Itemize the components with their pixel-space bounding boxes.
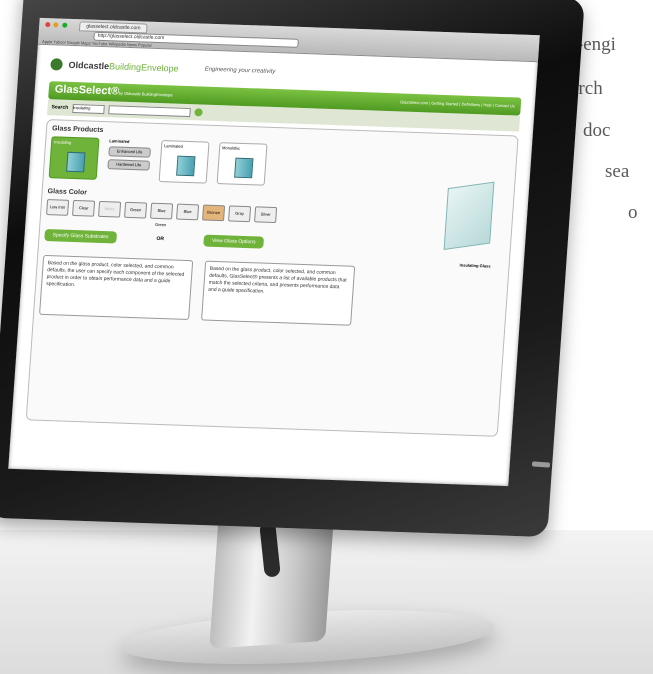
- scene: custom-engi arch doc sea o glasselect.ol…: [0, 0, 653, 674]
- product-laminated[interactable]: Laminated: [158, 140, 210, 184]
- color-blue-green-button[interactable]: Blue Green: [150, 202, 174, 227]
- side-text-3: doc: [583, 120, 611, 141]
- laminated-label: Laminated: [109, 138, 130, 144]
- search-input[interactable]: [107, 104, 191, 117]
- color-silver-button[interactable]: Silver: [254, 206, 278, 224]
- close-icon[interactable]: [45, 22, 51, 28]
- product-insulating-label: Insulating: [53, 139, 72, 145]
- laminated-group: Laminated Enhanced Life Hardened Life: [107, 138, 151, 171]
- color-clear-button[interactable]: Clear: [72, 199, 96, 217]
- preview-caption: Insulating Glass: [459, 262, 491, 269]
- minimize-icon[interactable]: [53, 22, 59, 28]
- color-bronze-button[interactable]: Bronze: [202, 204, 226, 222]
- search-go-icon[interactable]: [193, 108, 203, 117]
- color-white-button[interactable]: White: [98, 200, 122, 218]
- insulating-glass-icon: [66, 151, 86, 173]
- specify-substrates-button[interactable]: Specify Glass Substrates: [44, 229, 117, 244]
- product-monolithic-label: Monolithic: [221, 145, 241, 151]
- product-insulating[interactable]: Insulating: [48, 136, 100, 180]
- view-glass-options-button[interactable]: View Glass Options: [203, 234, 264, 249]
- hardened-life-button[interactable]: Hardened Life: [107, 159, 151, 171]
- monitor-screen: glasselect.oldcastle.com http://glassele…: [8, 17, 540, 487]
- enhanced-life-button[interactable]: Enhanced Life: [108, 146, 151, 158]
- or-label: OR: [156, 235, 165, 243]
- nav-links[interactable]: GlasSelect.com | Getting Started | Defin…: [400, 99, 515, 108]
- search-category-select[interactable]: Insulating: [71, 103, 105, 114]
- product-laminated-label: Laminated: [163, 143, 184, 149]
- color-green-button[interactable]: Green: [124, 201, 148, 219]
- view-description: Based on the glass product, color select…: [201, 260, 356, 326]
- zoom-icon[interactable]: [61, 22, 68, 28]
- insulating-glass-preview-icon: [443, 181, 495, 250]
- product-monolithic[interactable]: Monolithic: [216, 142, 268, 186]
- oldcastle-logo-icon: [50, 58, 63, 71]
- app-subtitle: by Oldcastle BuildingEnvelope: [118, 90, 173, 98]
- brand-logo[interactable]: OldcastleBuildingEnvelope: [68, 60, 179, 74]
- side-text-5: o: [628, 202, 638, 223]
- app-title: GlasSelect®: [54, 83, 120, 98]
- description-row: Based on the glass product, color select…: [39, 254, 503, 331]
- selector-card: Glass Products Insulating Laminated Enha…: [25, 119, 519, 437]
- window-controls: [45, 22, 69, 30]
- monolithic-glass-icon: [234, 157, 254, 179]
- web-page: OldcastleBuildingEnvelope Engineering yo…: [11, 45, 538, 446]
- search-label: Search: [51, 104, 69, 111]
- side-text-4: sea: [605, 161, 630, 182]
- action-row: Specify Glass Substrates OR View Glass O…: [44, 229, 505, 257]
- color-blue-button[interactable]: Blue: [176, 203, 200, 221]
- color-gray-button[interactable]: Gray: [228, 205, 252, 223]
- color-low-iron-button[interactable]: Low Iron: [46, 199, 70, 216]
- laminated-glass-icon: [176, 155, 196, 177]
- tagline: Engineering your creativity: [204, 66, 276, 76]
- specify-description: Based on the glass product, color select…: [39, 254, 194, 321]
